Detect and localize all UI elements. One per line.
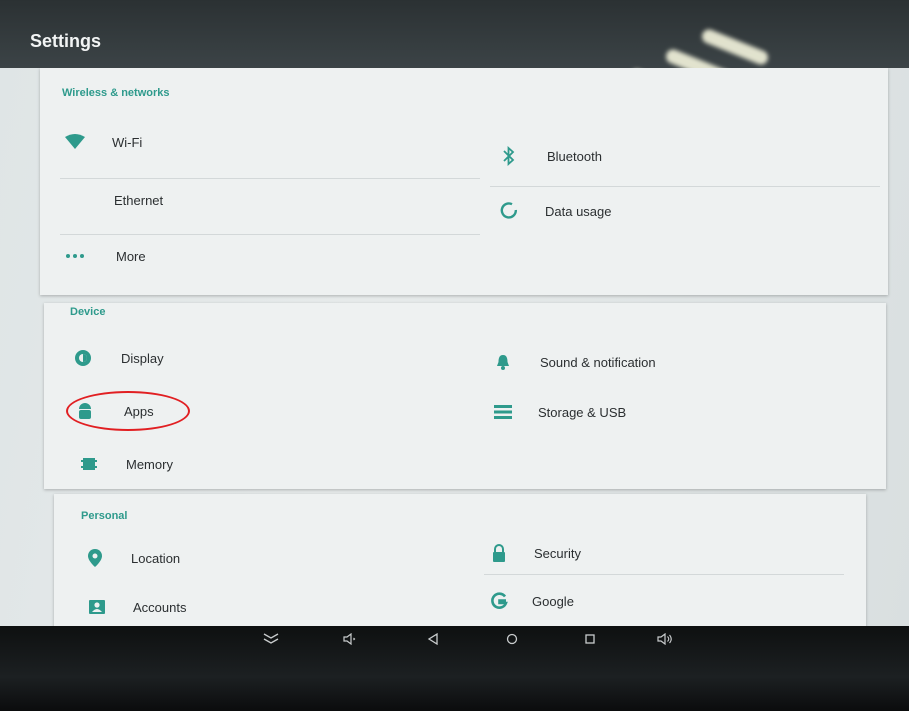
- settings-item-label: Display: [121, 350, 164, 366]
- settings-item-wifi[interactable]: Wi-Fi: [64, 128, 142, 156]
- settings-item-data-usage[interactable]: Data usage: [498, 197, 612, 225]
- settings-item-label: Storage & USB: [538, 404, 627, 420]
- personal-card: Personal Location Accounts Security Goog…: [54, 494, 866, 626]
- navigation-bar: [0, 626, 909, 711]
- annotation-circle-apps: [66, 391, 190, 431]
- device-screen: Settings Wireless & networks Wi-Fi Ether…: [0, 0, 909, 711]
- settings-item-label: Google: [532, 593, 574, 609]
- divider: [60, 178, 480, 179]
- section-header-personal: Personal: [81, 510, 128, 522]
- settings-item-security[interactable]: Security: [488, 539, 581, 567]
- settings-item-more[interactable]: More: [64, 242, 146, 270]
- section-header-device: Device: [70, 306, 106, 318]
- divider: [60, 234, 480, 235]
- more-icon: [64, 245, 86, 267]
- storage-icon: [492, 401, 514, 423]
- recents-icon[interactable]: [577, 626, 603, 652]
- light-glare: [699, 27, 771, 67]
- section-header-wireless: Wireless & networks: [62, 87, 170, 99]
- settings-item-label: Ethernet: [114, 192, 164, 208]
- settings-item-google[interactable]: Google: [488, 587, 574, 615]
- settings-item-label: Location: [131, 550, 181, 566]
- page-title: Settings: [30, 31, 102, 51]
- settings-item-display[interactable]: Display: [72, 344, 164, 372]
- settings-item-label: Wi-Fi: [112, 134, 143, 150]
- settings-item-bluetooth[interactable]: Bluetooth: [498, 142, 602, 170]
- settings-item-location[interactable]: Location: [84, 544, 180, 572]
- settings-item-accounts[interactable]: Accounts: [86, 593, 186, 621]
- volume-down-icon[interactable]: [338, 626, 364, 652]
- lock-icon: [488, 542, 510, 564]
- settings-item-storage-usb[interactable]: Storage & USB: [492, 398, 626, 426]
- settings-item-sound-notification[interactable]: Sound & notification: [492, 348, 656, 376]
- bell-icon: [492, 351, 514, 373]
- back-icon[interactable]: [420, 626, 446, 652]
- google-icon: [488, 590, 510, 612]
- memory-icon: [78, 453, 100, 475]
- settings-item-label: Memory: [126, 456, 173, 472]
- settings-content: Wireless & networks Wi-Fi Ethernet More: [0, 68, 909, 626]
- location-pin-icon: [84, 547, 106, 569]
- wireless-networks-card: Wireless & networks Wi-Fi Ethernet More: [40, 68, 888, 295]
- settings-item-label: Accounts: [133, 599, 187, 615]
- settings-item-label: Sound & notification: [540, 354, 656, 370]
- home-icon[interactable]: [499, 626, 525, 652]
- data-usage-icon: [498, 200, 520, 222]
- volume-up-icon[interactable]: [653, 626, 679, 652]
- app-bar: Settings: [0, 0, 909, 107]
- display-icon: [72, 347, 94, 369]
- account-icon: [86, 596, 108, 618]
- bluetooth-icon: [498, 145, 520, 167]
- settings-item-label: More: [116, 248, 146, 264]
- settings-item-label: Bluetooth: [547, 148, 602, 164]
- hide-keyboard-icon[interactable]: [258, 626, 284, 652]
- wifi-icon: [64, 131, 86, 153]
- settings-item-label: Data usage: [545, 203, 612, 219]
- settings-item-memory[interactable]: Memory: [78, 450, 173, 478]
- divider: [490, 186, 880, 187]
- settings-item-label: Security: [534, 545, 581, 561]
- settings-item-ethernet[interactable]: Ethernet: [92, 186, 163, 214]
- divider: [484, 574, 844, 575]
